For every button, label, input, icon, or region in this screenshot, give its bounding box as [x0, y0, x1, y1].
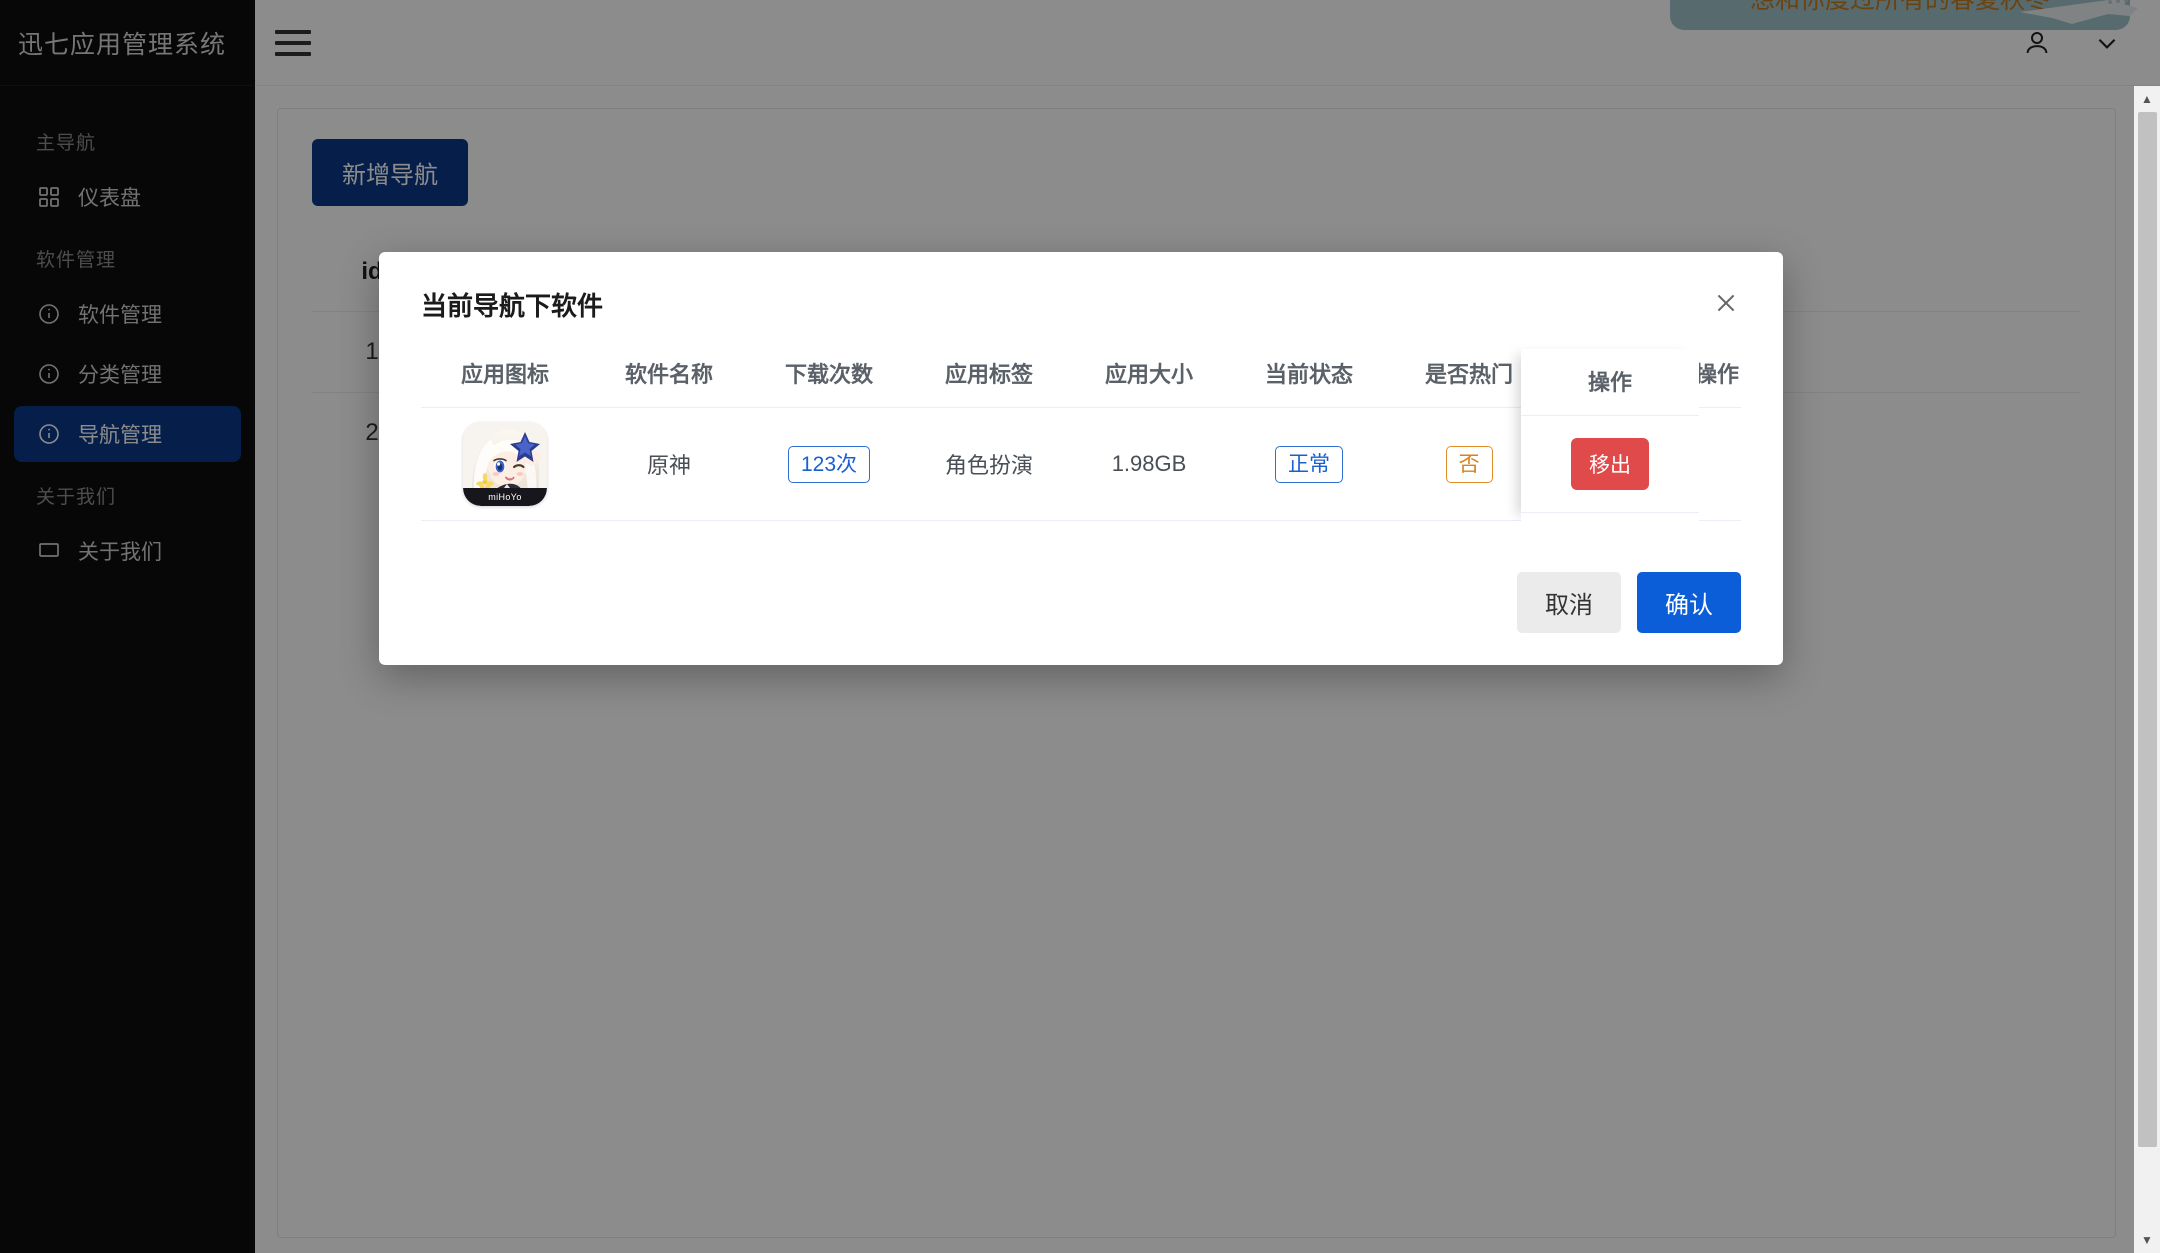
column-header-software-name: 软件名称	[624, 362, 713, 387]
vertical-scrollbar[interactable]: ▲ ▼	[2134, 86, 2160, 1253]
cell-app-size: 1.98GB	[1069, 407, 1229, 521]
column-header-app-icon: 应用图标	[460, 362, 549, 387]
remove-software-button[interactable]: 移出	[1571, 438, 1649, 490]
genshin-impact-icon-art: miHoYo	[463, 422, 547, 506]
application-root: 迅七应用管理系统 主导航 仪表盘 软件管理 软件管理 分类管理 导航管理 关于我…	[0, 0, 2160, 1253]
close-icon[interactable]	[1709, 286, 1743, 320]
sticky-column-header-operation: 操作	[1587, 370, 1632, 395]
column-header-app-tag: 应用标签	[944, 362, 1033, 387]
dialog-table-scroller[interactable]: 应用图标 软件名称 下载次数 应用标签 应用大小 当前状态 是否热门 是 操作	[421, 341, 1741, 521]
dialog-footer: 取消 确认	[379, 550, 1783, 665]
column-header-app-size: 应用大小	[1104, 362, 1193, 387]
cell-app-tag: 角色扮演	[909, 407, 1069, 521]
hot-badge: 否	[1445, 445, 1493, 483]
cell-downloads: 123次	[749, 407, 909, 521]
column-header-downloads: 下载次数	[784, 362, 873, 387]
downloads-badge: 123次	[787, 445, 871, 483]
scroll-down-arrow-icon[interactable]: ▼	[2134, 1227, 2160, 1253]
column-header-current-state: 当前状态	[1264, 362, 1353, 387]
dialog-header: 当前导航下软件	[379, 252, 1783, 333]
cell-software-name: 原神	[589, 407, 749, 521]
svg-text:miHoYo: miHoYo	[488, 492, 522, 502]
sticky-operation-column: 操作 移出	[1521, 349, 1699, 521]
cell-app-icon: miHoYo	[421, 407, 589, 521]
dialog-title: 当前导航下软件	[421, 291, 604, 321]
cell-current-state: 正常	[1229, 407, 1389, 521]
confirm-button[interactable]: 确认	[1637, 572, 1741, 633]
dialog-body: 应用图标 软件名称 下载次数 应用标签 应用大小 当前状态 是否热门 是 操作	[379, 333, 1783, 550]
app-icon-genshin: miHoYo	[463, 422, 547, 506]
status-badge: 正常	[1275, 445, 1343, 483]
scroll-up-arrow-icon[interactable]: ▲	[2134, 86, 2160, 112]
scrollbar-thumb[interactable]	[2138, 112, 2157, 1147]
cancel-button[interactable]: 取消	[1517, 572, 1621, 633]
sticky-operation-cell: 移出	[1521, 415, 1699, 513]
software-under-navigation-dialog: 当前导航下软件 应用图标 软件名称 下载次数 应用标签 应用大小 当前状态 是否…	[379, 252, 1783, 665]
